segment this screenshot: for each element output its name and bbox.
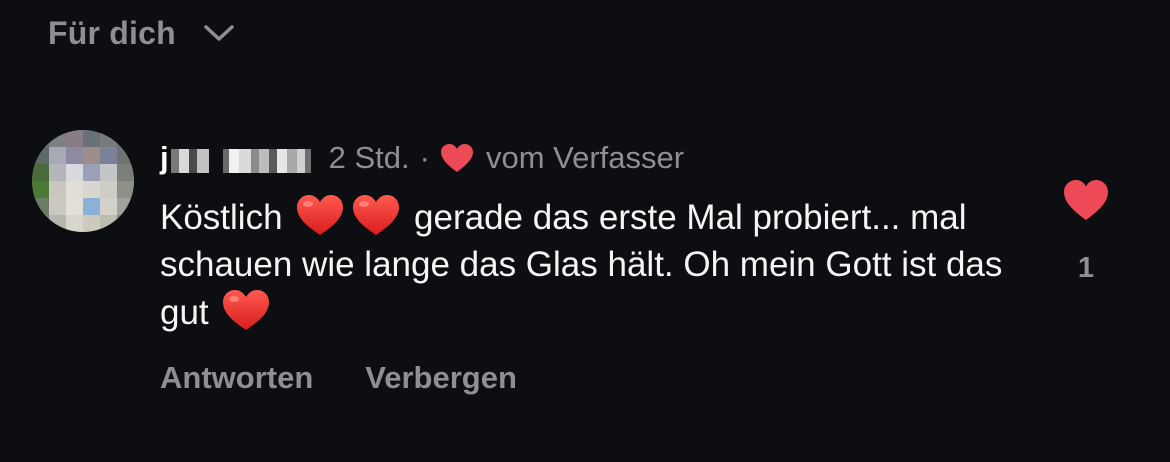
comment-text-part: gerade das erste Mal probiert... mal sch… [160,198,1003,332]
heart-icon [1064,180,1108,220]
hide-button[interactable]: Verbergen [365,360,517,396]
username-pixelation [178,149,189,173]
red-heart-emoji-icon [353,195,400,235]
red-heart-emoji-icon [223,290,270,330]
username-pixelation [286,149,297,173]
comment-timestamp: 2 Std. [328,140,410,175]
meta-separator: · [419,140,430,175]
comment-actions: Antworten Verbergen [160,360,517,396]
username-pixelation [258,149,269,173]
heart-icon [440,144,473,172]
username-text: j [160,140,169,175]
username-pixelation [304,149,311,173]
red-heart-emoji-icon [297,195,344,235]
username-pixelation [196,149,209,173]
liked-by-author-label: vom Verfasser [485,140,685,175]
username-pixelation [250,149,259,173]
username-pixelation [268,149,277,173]
username-pixelation [188,149,197,173]
comment-text: Köstlich gerade das erste Mal probiert..… [160,193,1020,336]
username-pixelation [228,149,239,173]
like-button[interactable] [1062,178,1110,222]
comment-text-part: Köstlich [160,198,283,237]
chevron-down-icon [204,25,234,41]
feed-filter-label: Für dich [48,14,176,51]
reply-button[interactable]: Antworten [160,360,313,396]
like-count: 1 [1077,252,1095,284]
username-pixelation [296,149,305,173]
username[interactable]: j [160,138,311,178]
username-pixelation [209,149,223,173]
feed-filter-dropdown[interactable]: Für dich [48,10,236,56]
username-pixelation [276,149,287,173]
username-pixelation [170,149,179,173]
avatar[interactable] [32,130,134,232]
username-pixelation [238,149,251,173]
comment-header: j 2 Std. · vom Verfasser [160,138,684,178]
